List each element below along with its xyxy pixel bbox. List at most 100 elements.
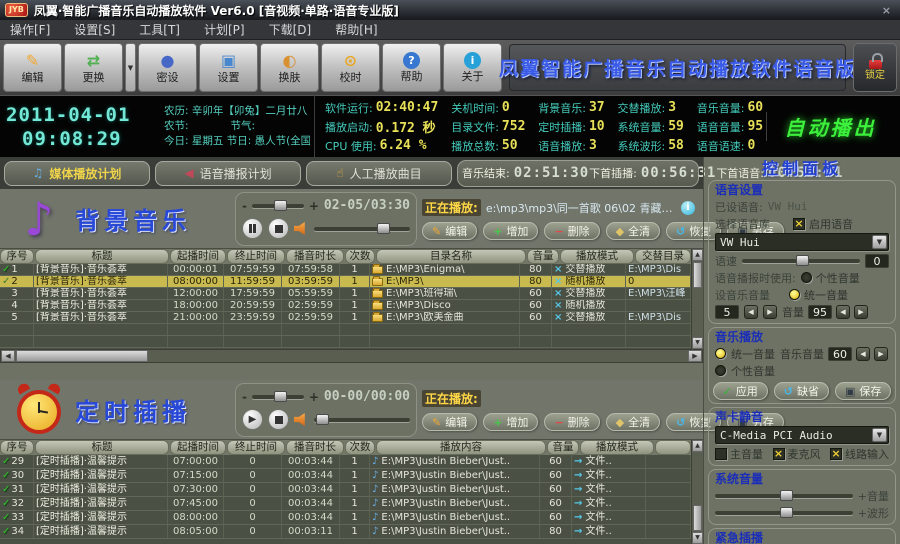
stop-button[interactable]	[268, 218, 289, 239]
table-row[interactable]: ✓ 31 [定时插播]·温馨提示 07:30:00 0 00:03:44 1 ♪ E…	[0, 483, 691, 497]
decrease-icon[interactable]: ◀	[744, 304, 758, 319]
speech-rate-slider[interactable]	[742, 254, 860, 266]
table-row[interactable]: ✓5 [背景音乐]·音乐荟萃 21:00:00 23:59:59 02:59:5…	[0, 312, 691, 324]
mute-checkbox[interactable]: ×	[772, 447, 785, 460]
soundcard-select[interactable]: C-Media PCI Audio ▼	[715, 426, 889, 444]
chevron-down-icon[interactable]: ▼	[125, 43, 136, 92]
menu-item[interactable]: 帮助[H]	[335, 21, 377, 38]
list-action-button[interactable]: − 删除	[544, 222, 600, 240]
help-button[interactable]: ? 帮助	[382, 43, 441, 92]
table-row[interactable]: ✓ 2 [背景音乐]·音乐荟萃 08:00:00 11:59:59 03:59:5…	[0, 276, 691, 288]
list-action-button[interactable]: + 增加	[483, 222, 539, 240]
music-unified-radio[interactable]	[715, 348, 726, 359]
increase-icon[interactable]: ▶	[763, 304, 777, 319]
table-row[interactable]: ✓ 1 [背景音乐]·音乐荟萃 00:00:01 07:59:59 07:59:5…	[0, 264, 691, 276]
close-button[interactable]: ×	[878, 4, 895, 17]
play-button[interactable]: ▶	[242, 409, 263, 430]
column-header[interactable]: 次数	[345, 249, 375, 264]
settings-button[interactable]: ▣ 设置	[199, 43, 258, 92]
table-row[interactable]: ✓4 [背景音乐]·音乐荟萃 18:00:00 20:59:59 02:59:5…	[0, 300, 691, 312]
increase-icon[interactable]: ▶	[854, 304, 868, 319]
scroll-up-icon[interactable]: ▲	[692, 440, 703, 452]
table-row[interactable]: ✓3 [背景音乐]·音乐荟萃 12:00:00 17:59:59 05:59:5…	[0, 288, 691, 300]
decrease-icon[interactable]: ◀	[856, 346, 870, 361]
table-row[interactable]: ✓ 33 [定时插播]·温馨提示 08:00:00 0 00:03:44 1 ♪ E…	[0, 511, 691, 525]
column-header[interactable]: 起播时间	[170, 440, 226, 455]
list-action-button[interactable]: ✎ 编辑	[422, 413, 478, 431]
enable-voice-checkbox[interactable]: ×	[793, 217, 805, 230]
speaker-icon[interactable]	[294, 413, 305, 426]
bg-volume-slider[interactable]	[251, 199, 304, 211]
column-header[interactable]	[655, 440, 691, 455]
mute-checkbox[interactable]: ×	[715, 447, 727, 460]
timer-table-vscrollbar[interactable]: ▲ ▼	[691, 440, 703, 544]
bg-progress-slider[interactable]	[314, 222, 410, 234]
table-row[interactable]: ✓ 32 [定时插播]·温馨提示 07:45:00 0 00:03:44 1 ♪ E…	[0, 497, 691, 511]
column-header[interactable]: 音量	[547, 440, 579, 455]
scroll-left-icon[interactable]: ◀	[1, 350, 15, 362]
scroll-right-icon[interactable]: ▶	[688, 350, 702, 362]
panel-action-button[interactable]: ↺ 缺省	[773, 382, 830, 400]
unified-volume-radio[interactable]	[789, 289, 800, 300]
tab[interactable]: ♫ 媒体播放计划	[4, 160, 150, 186]
panel-action-button[interactable]: ✓ 应用	[712, 382, 768, 400]
scroll-down-icon[interactable]: ▼	[692, 337, 703, 349]
column-header[interactable]: 播音时长	[286, 249, 344, 264]
column-header[interactable]: 标题	[35, 440, 169, 455]
speaker-icon[interactable]	[294, 222, 305, 235]
pause-button[interactable]	[242, 218, 263, 239]
tab[interactable]: ☝ 人工播放曲目	[306, 160, 452, 186]
volume-plus[interactable]: +	[309, 200, 319, 212]
system-volume-slider[interactable]	[715, 489, 853, 501]
chevron-down-icon[interactable]: ▼	[872, 428, 887, 442]
scroll-thumb[interactable]	[693, 262, 702, 288]
list-action-button[interactable]: + 增加	[483, 413, 539, 431]
menu-item[interactable]: 操作[F]	[10, 21, 50, 38]
bg-table-vscrollbar[interactable]: ▲ ▼	[691, 249, 703, 349]
voice-lib-select[interactable]: VW Hui ▼	[715, 233, 889, 251]
column-header[interactable]: 次数	[345, 440, 375, 455]
table-row[interactable]: ✓ ×	[0, 324, 691, 336]
list-action-button[interactable]: − 删除	[544, 413, 600, 431]
panel-action-button[interactable]: ▣ 保存	[835, 382, 892, 400]
column-header[interactable]: 序号	[0, 249, 34, 264]
lock-button[interactable]: 锁定	[853, 43, 897, 92]
scroll-thumb[interactable]	[16, 350, 148, 362]
list-action-button[interactable]: ◆ 全清	[605, 413, 661, 431]
column-header[interactable]: 序号	[0, 440, 34, 455]
increase-icon[interactable]: ▶	[874, 346, 888, 361]
stop-button[interactable]	[268, 409, 289, 430]
column-header[interactable]: 交替目录	[635, 249, 691, 264]
timer-progress-slider[interactable]	[314, 413, 410, 425]
table-row[interactable]: ✓ ×	[0, 336, 691, 348]
skin-button[interactable]: ◐ 换肤	[260, 43, 319, 92]
menu-item[interactable]: 计划[P]	[204, 21, 245, 38]
table-row[interactable]: ✓ 34 [定时插播]·温馨提示 08:05:00 0 00:03:11 1 ♪ E…	[0, 525, 691, 539]
column-header[interactable]: 目录名称	[376, 249, 526, 264]
column-header[interactable]: 起播时间	[170, 249, 226, 264]
mute-checkbox[interactable]: ×	[830, 447, 842, 460]
system-wave-slider[interactable]	[715, 506, 853, 518]
table-row[interactable]: ✓ 29 [定时插播]·温馨提示 07:00:00 0 00:03:44 1 ♪ E…	[0, 455, 691, 469]
volume-plus[interactable]: +	[309, 391, 319, 403]
column-header[interactable]: 播放模式	[560, 249, 634, 264]
timer-volume-slider[interactable]	[251, 390, 304, 402]
music-personal-radio[interactable]	[715, 365, 726, 376]
time-sync-button[interactable]: ⊙ 校时	[321, 43, 380, 92]
scroll-up-icon[interactable]: ▲	[692, 249, 703, 261]
menu-item[interactable]: 设置[S]	[74, 21, 115, 38]
table-row[interactable]: ✓ 30 [定时插播]·温馨提示 07:15:00 0 00:03:44 1 ♪ E…	[0, 469, 691, 483]
list-action-button[interactable]: ◆ 全清	[605, 222, 661, 240]
tab[interactable]: ◀ 语音播报计划	[155, 160, 301, 186]
password-button[interactable]: ● 密设	[138, 43, 197, 92]
about-button[interactable]: i 关于	[443, 43, 502, 92]
column-header[interactable]: 终止时间	[227, 249, 285, 264]
scroll-thumb[interactable]	[693, 505, 702, 531]
menu-item[interactable]: 下载[D]	[269, 21, 312, 38]
edit-button[interactable]: ✎ 编辑	[3, 43, 62, 92]
chevron-down-icon[interactable]: ▼	[872, 235, 887, 249]
column-header[interactable]: 播放内容	[376, 440, 546, 455]
column-header[interactable]: 播放模式	[580, 440, 654, 455]
scroll-down-icon[interactable]: ▼	[692, 532, 703, 544]
column-header[interactable]: 终止时间	[227, 440, 285, 455]
